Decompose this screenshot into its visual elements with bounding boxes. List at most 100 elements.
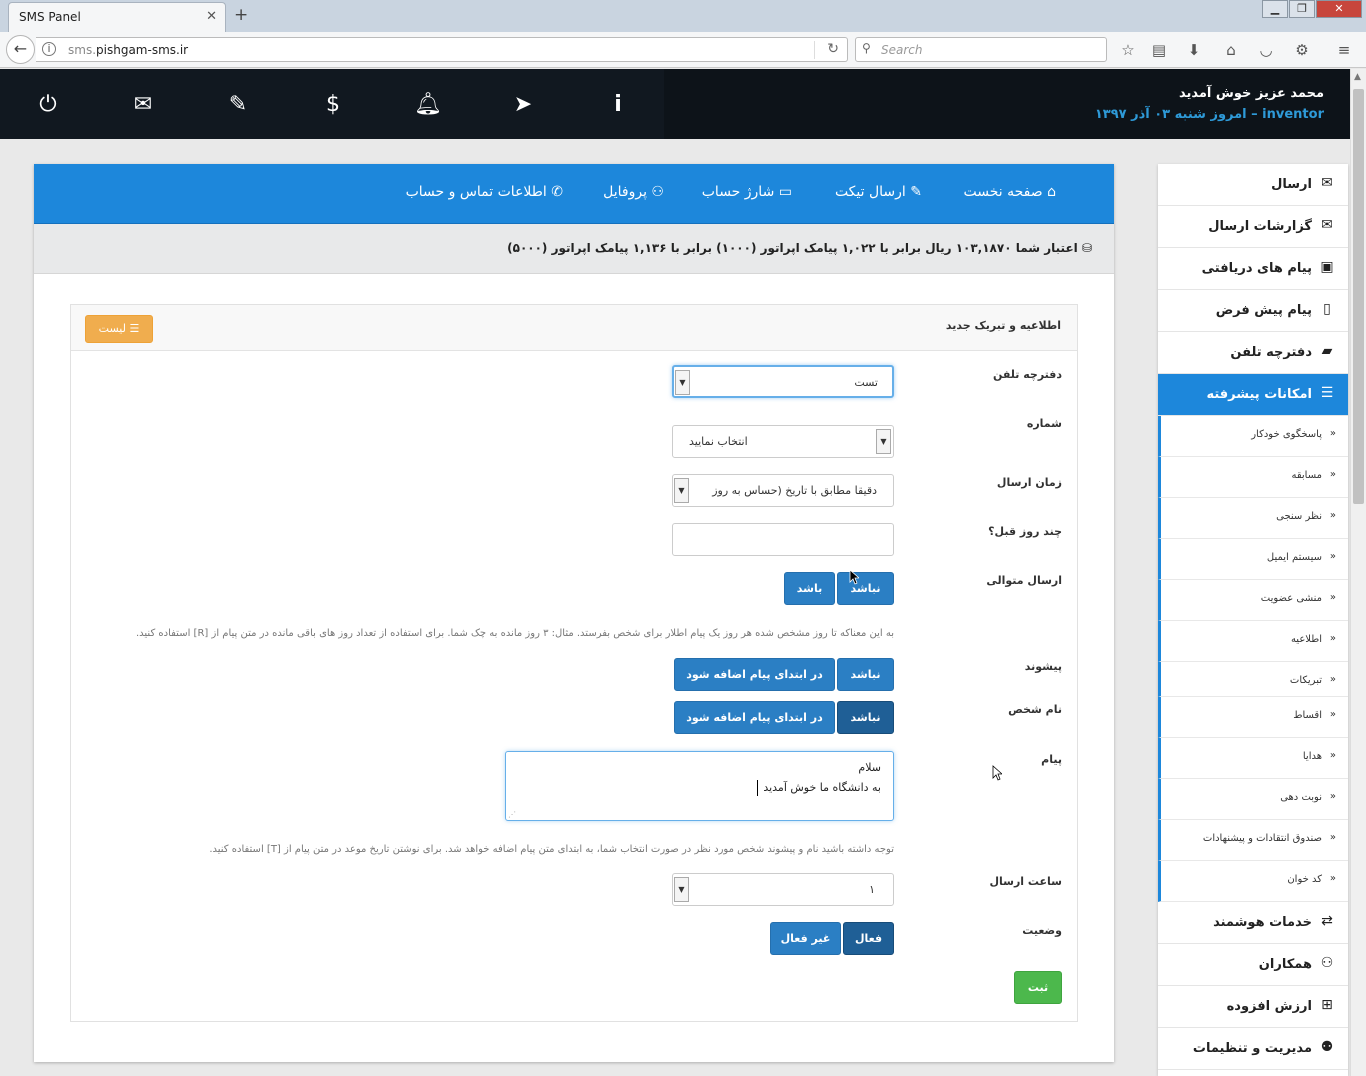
- resize-handle-icon[interactable]: ⋰: [508, 810, 516, 819]
- days-before-input[interactable]: [672, 523, 894, 556]
- sidebar-item-value-added[interactable]: ⊞ ارزش افزوده: [1158, 986, 1348, 1028]
- close-tab-icon[interactable]: ✕: [206, 9, 217, 24]
- nav-contact-info[interactable]: ✆ اطلاعات تماس و حساب: [406, 184, 563, 200]
- ticket-icon[interactable]: ✎: [223, 91, 253, 119]
- url-bar[interactable]: i sms.pishgam-sms.ir ↻: [36, 37, 848, 62]
- text-caret: [757, 780, 758, 796]
- mouse-cursor-icon: [849, 569, 859, 585]
- envelope-icon[interactable]: ✉: [128, 91, 158, 119]
- chevron-down-icon[interactable]: ▼: [876, 429, 891, 454]
- label-message: پیام: [1041, 753, 1062, 766]
- sidebar-item-phonebook[interactable]: ▰ دفترچه تلفن: [1158, 332, 1348, 374]
- send-hour-select[interactable]: ۱ ▼: [672, 873, 894, 906]
- sidebar-subitem-membership-secretary[interactable]: » منشی عضویت: [1158, 580, 1348, 621]
- download-icon[interactable]: ⬇: [1184, 41, 1204, 59]
- person-name-no-button[interactable]: نباشد: [837, 701, 894, 734]
- maximize-button[interactable]: ❐: [1289, 0, 1315, 18]
- bell-icon[interactable]: 🔔︎: [413, 91, 443, 119]
- dollar-icon[interactable]: $: [318, 91, 348, 119]
- browser-search-input[interactable]: ⚲ Search: [855, 37, 1107, 62]
- scroll-up-icon[interactable]: ▲: [1354, 72, 1361, 82]
- message-textarea[interactable]: سلام به دانشگاه ما خوش آمدید ⋰: [505, 751, 894, 821]
- sidebar-item-inbox[interactable]: ▣ پیام های دریافتی: [1158, 248, 1348, 290]
- minimize-button[interactable]: ▁: [1262, 0, 1288, 18]
- sidebar-subitem-auto-reply[interactable]: » پاسخگوی خودکار: [1158, 416, 1348, 457]
- message-hint: توجه داشته باشید نام و پیشوند شخص مورد ن…: [209, 844, 894, 855]
- nav-send-ticket[interactable]: ✎ ارسال تیکت: [835, 184, 922, 200]
- sidebar-item-send[interactable]: ✉ ارسال: [1158, 164, 1348, 206]
- sidebar-subitem-label: نظر سنجی: [1276, 511, 1322, 522]
- sidebar-subitem-email-system[interactable]: » سیستم ایمیل: [1158, 539, 1348, 580]
- envelope-icon: ✉: [1321, 175, 1333, 191]
- sidebar-item-management[interactable]: ⚉ مدیریت و تنظیمات: [1158, 1028, 1348, 1070]
- home-icon[interactable]: ⌂: [1221, 41, 1241, 59]
- sidebar-item-partners[interactable]: ⚇ همکاران: [1158, 944, 1348, 986]
- info-icon[interactable]: i: [603, 91, 633, 119]
- close-window-button[interactable]: ✕: [1316, 0, 1362, 18]
- status-active-button[interactable]: فعال: [843, 922, 894, 955]
- sidebar-subitem-label: مسابقه: [1291, 470, 1322, 481]
- menu-icon[interactable]: ≡: [1334, 41, 1354, 59]
- phonebook-value: تست: [854, 376, 878, 389]
- reading-list-icon[interactable]: ▤: [1149, 41, 1169, 59]
- sidebar-item-send-reports[interactable]: ✉ گزارشات ارسال: [1158, 206, 1348, 248]
- chevron-left-icon: »: [1329, 633, 1336, 644]
- top-navigation: ⌂ صفحه نخست ✎ ارسال تیکت ▭ شارژ حساب ⚇ پ…: [34, 164, 1114, 224]
- browser-navbar: ← i sms.pishgam-sms.ir ↻ ⚲ Search ☆ ▤ ⬇ …: [0, 32, 1366, 68]
- label-consecutive: ارسال متوالی: [986, 574, 1062, 587]
- sidebar-subitem-appointments[interactable]: » نوبت دهی: [1158, 779, 1348, 820]
- sidebar-item-advanced[interactable]: ☰ امکانات پیشرفته: [1158, 374, 1348, 416]
- list-button[interactable]: ☰ لیست: [85, 315, 153, 343]
- info-icon[interactable]: i: [42, 42, 56, 56]
- bookmark-star-icon[interactable]: ☆: [1118, 41, 1138, 59]
- chevron-left-icon: »: [1329, 428, 1336, 439]
- sidebar-subitem-notice[interactable]: » اطلاعیه: [1158, 621, 1348, 662]
- consecutive-yes-button[interactable]: باشد: [784, 572, 835, 605]
- power-icon[interactable]: ⏻: [33, 91, 63, 119]
- chevron-left-icon: »: [1329, 832, 1336, 843]
- prefix-yes-button[interactable]: در ابتدای پیام اضافه شود: [674, 658, 835, 691]
- new-tab-icon[interactable]: +: [234, 5, 248, 25]
- label-send-time: زمان ارسال: [996, 476, 1062, 489]
- app-header: ⏻ ✉ ✎ $ 🔔︎ ➤ i محمد عزیز خوش آمدید inven…: [0, 69, 1366, 139]
- sidebar-subitem-greetings[interactable]: » تبریکات: [1158, 662, 1348, 697]
- paper-plane-icon[interactable]: ➤: [508, 91, 538, 119]
- consecutive-no-button[interactable]: نباشد: [837, 572, 894, 605]
- sidebar-item-smart-services[interactable]: ⇄ خدمات هوشمند: [1158, 902, 1348, 944]
- browser-tab[interactable]: SMS Panel ✕: [8, 2, 226, 32]
- pocket-icon[interactable]: ◡: [1256, 41, 1276, 59]
- chevron-left-icon: »: [1329, 510, 1336, 521]
- person-name-yes-button[interactable]: در ابتدای پیام اضافه شود: [674, 701, 835, 734]
- sidebar-subitem-code-reader[interactable]: » کد خوان: [1158, 861, 1348, 902]
- extension-icon[interactable]: ⚙: [1292, 41, 1312, 59]
- sidebar-subitem-suggestions-box[interactable]: » صندوق انتقادات و پیشنهادات: [1158, 820, 1348, 861]
- status-inactive-button[interactable]: غیر فعال: [770, 922, 841, 955]
- chevron-down-icon[interactable]: ▼: [674, 877, 689, 902]
- sidebar-subitem-contest[interactable]: » مسابقه: [1158, 457, 1348, 498]
- send-time-select[interactable]: دقیقا مطابق با تاریخ (حساس به روز ▼: [672, 474, 894, 507]
- credit-bar: ⛁ اعتبار شما ۱۰۳,۱۸۷۰ ریال برابر با ۱,۰۲…: [34, 224, 1114, 274]
- scrollbar-thumb[interactable]: [1353, 89, 1364, 504]
- sidebar-item-label: پیام های دریافتی: [1201, 261, 1312, 276]
- chevron-down-icon[interactable]: ▼: [674, 478, 689, 503]
- back-arrow-icon[interactable]: ←: [6, 35, 35, 64]
- phonebook-select[interactable]: تست ▼: [672, 365, 894, 398]
- username[interactable]: inventor: [1262, 107, 1324, 122]
- sidebar-item-default-message[interactable]: ▯ پیام پیش فرض: [1158, 290, 1348, 332]
- number-select[interactable]: انتخاب نمایید ▼: [672, 425, 894, 458]
- page-scrollbar[interactable]: ▲: [1350, 69, 1366, 1076]
- sidebar-item-label: گزارشات ارسال: [1208, 219, 1312, 234]
- sidebar-subitem-label: اقساط: [1293, 710, 1322, 721]
- sidebar-subitem-gifts[interactable]: » هدایا: [1158, 738, 1348, 779]
- submit-button[interactable]: ثبت: [1014, 971, 1062, 1004]
- reload-icon[interactable]: ↻: [827, 41, 839, 57]
- message-line-2: به دانشگاه ما خوش آمدید: [763, 781, 881, 794]
- sidebar-subitem-poll[interactable]: » نظر سنجی: [1158, 498, 1348, 539]
- nav-profile[interactable]: ⚇ پروفایل: [603, 184, 664, 200]
- label-phonebook: دفترچه تلفن: [992, 368, 1062, 381]
- nav-home[interactable]: ⌂ صفحه نخست: [964, 184, 1056, 200]
- chevron-down-icon[interactable]: ▼: [675, 370, 690, 395]
- nav-charge-account[interactable]: ▭ شارژ حساب: [702, 184, 792, 200]
- prefix-no-button[interactable]: نباشد: [837, 658, 894, 691]
- sidebar-subitem-installments[interactable]: » اقساط: [1158, 697, 1348, 738]
